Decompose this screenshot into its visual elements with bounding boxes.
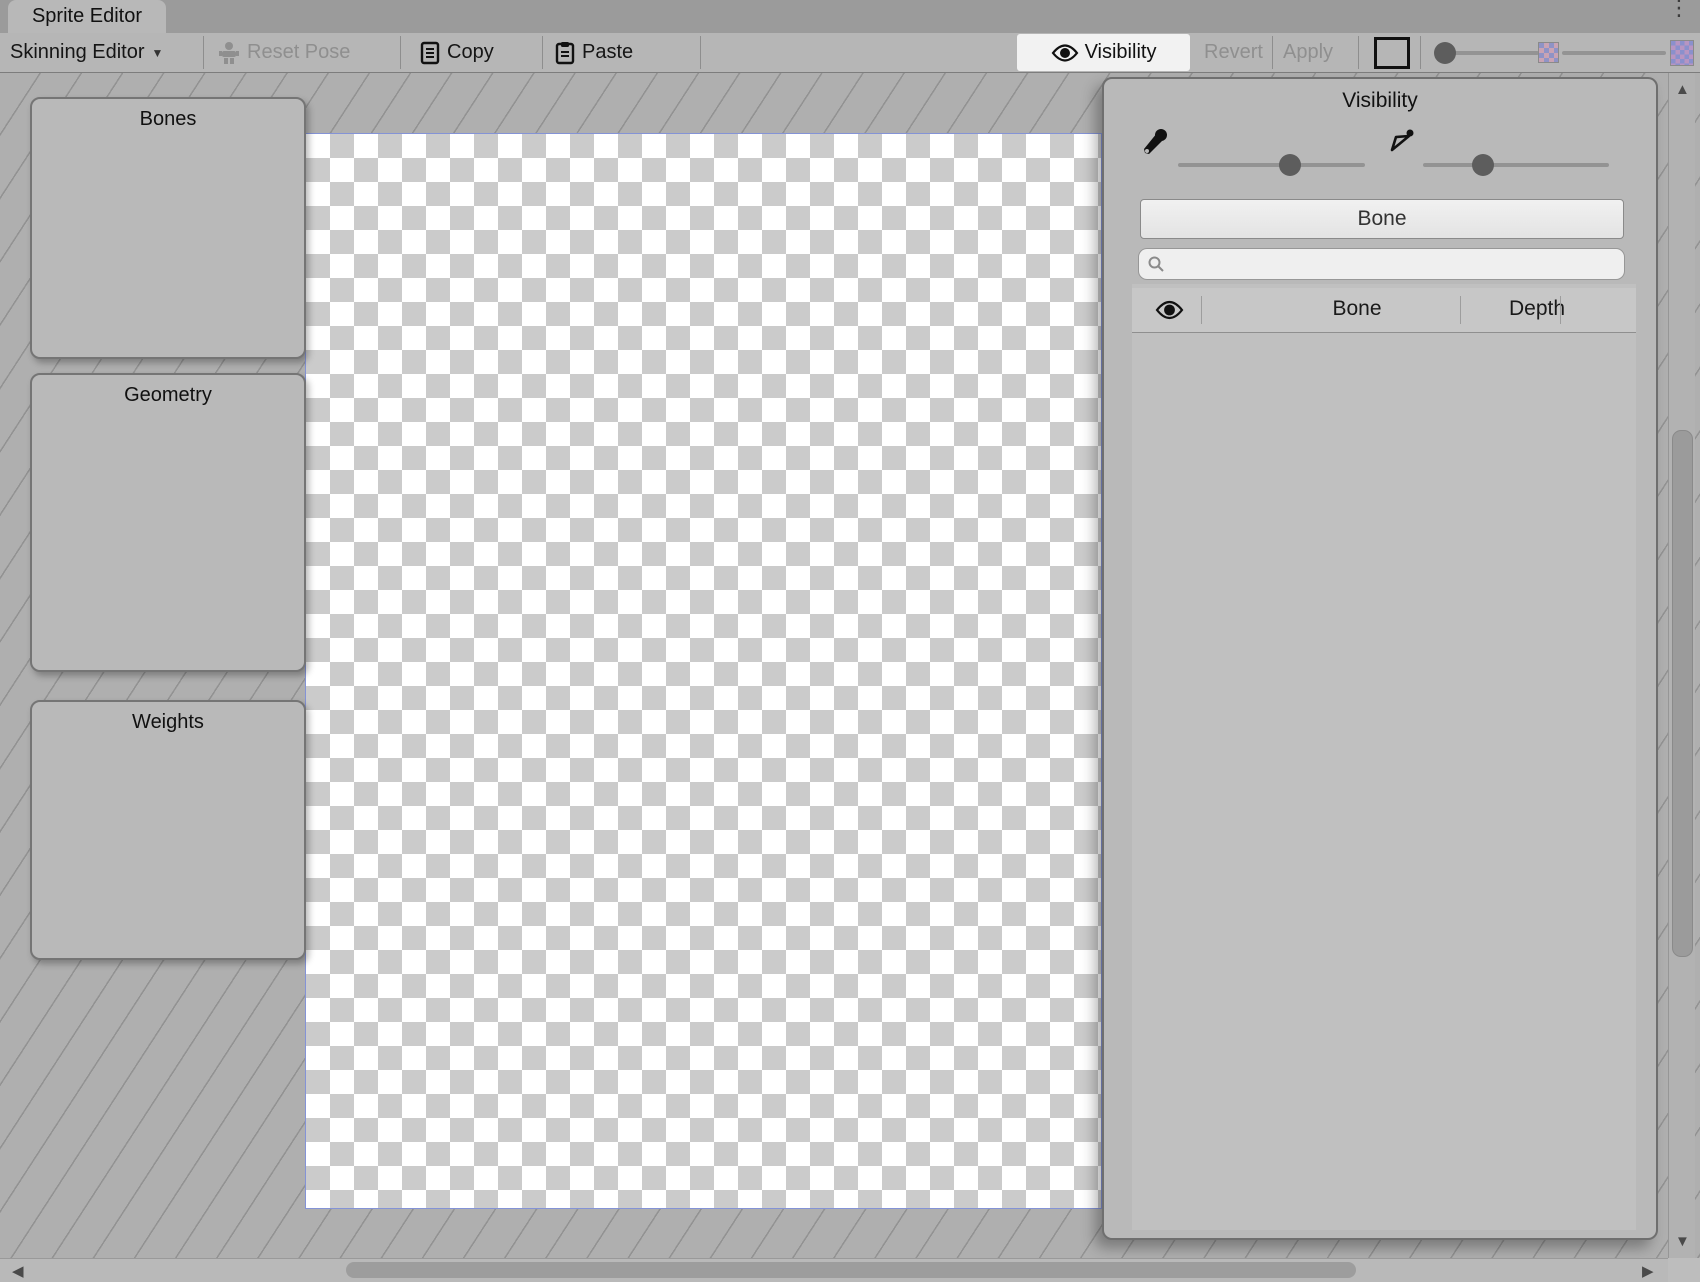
- toolbar-separator: [1358, 36, 1359, 69]
- opacity-slider-track[interactable]: [1447, 51, 1539, 55]
- sprite-canvas[interactable]: [305, 133, 1102, 1209]
- eye-column-icon[interactable]: [1155, 299, 1184, 321]
- toolbar-separator: [542, 36, 543, 69]
- paste-label: Paste: [582, 41, 633, 64]
- scroll-right-icon[interactable]: ▶: [1642, 1262, 1654, 1280]
- rgb-swatch-icon: [1374, 37, 1410, 69]
- tab-bone[interactable]: Bone: [1140, 199, 1624, 239]
- copy-icon: [420, 41, 440, 65]
- apply-button[interactable]: Apply: [1283, 33, 1333, 72]
- search-icon: [1147, 255, 1165, 273]
- work-area: Bones Geometry Weights Visibility: [0, 73, 1700, 1258]
- copy-label: Copy: [447, 41, 494, 64]
- bone-opacity-slider-track[interactable]: [1423, 163, 1609, 167]
- opacity-slider-knob[interactable]: [1434, 42, 1456, 64]
- mesh-opacity-slider-track[interactable]: [1562, 51, 1666, 55]
- depth-column-header: Depth: [1477, 297, 1597, 321]
- paste-button[interactable]: Paste: [555, 33, 633, 72]
- bone-size-slider-knob[interactable]: [1279, 154, 1301, 176]
- copy-button[interactable]: Copy: [420, 33, 494, 72]
- paste-icon: [555, 41, 575, 65]
- chevron-down-icon: ▼: [152, 46, 164, 60]
- tab-bone-label: Bone: [1357, 207, 1406, 231]
- toolbar-separator: [400, 36, 401, 69]
- visibility-panel: Visibility Bone: [1102, 77, 1658, 1240]
- reset-pose-button[interactable]: Reset Pose: [218, 33, 350, 72]
- toolbar-separator: [700, 36, 701, 69]
- reset-pose-label: Reset Pose: [247, 41, 350, 64]
- column-separator: [1460, 296, 1461, 324]
- tab-label: Sprite Editor: [32, 5, 142, 28]
- revert-label: Revert: [1204, 41, 1263, 64]
- toolbar-separator: [1272, 36, 1273, 69]
- vertical-scrollbar[interactable]: ▲ ▼: [1668, 73, 1695, 1258]
- mesh-opacity-swatch-icon: [1670, 33, 1694, 72]
- skinning-editor-label: Skinning Editor: [10, 41, 145, 64]
- bone-table-rows: [1132, 332, 1636, 1230]
- bone-opacity-slider-knob[interactable]: [1472, 154, 1494, 176]
- tab-sprite-editor[interactable]: Sprite Editor: [8, 0, 166, 33]
- bone-table-header: Bone Depth: [1132, 288, 1636, 333]
- scrollbar-corner: [1668, 1258, 1700, 1282]
- horizontal-scrollbar[interactable]: ◀ ▶: [0, 1258, 1668, 1282]
- bone-opacity-swatch-icon: [1538, 33, 1559, 72]
- toolbar-separator: [203, 36, 204, 69]
- vertical-scrollbar-thumb[interactable]: [1672, 430, 1693, 957]
- bones-panel-title: Bones: [32, 108, 304, 131]
- bone-search-field[interactable]: [1138, 248, 1625, 280]
- tab-bar: Sprite Editor ⋮: [0, 0, 1700, 33]
- sprite-editor-window: Sprite Editor ⋮ Skinning Editor ▼ Reset …: [0, 0, 1700, 1282]
- geometry-panel-title: Geometry: [32, 384, 304, 407]
- geometry-panel: Geometry: [30, 373, 306, 672]
- eye-icon: [1051, 43, 1079, 63]
- bone-filled-icon: [1141, 127, 1169, 157]
- toolbar-separator: [1420, 36, 1421, 69]
- person-icon: [218, 41, 240, 65]
- revert-button[interactable]: Revert: [1204, 33, 1263, 72]
- scroll-up-icon[interactable]: ▲: [1675, 81, 1690, 98]
- bone-column-header: Bone: [1292, 297, 1422, 321]
- search-input[interactable]: [1165, 253, 1624, 276]
- visibility-label: Visibility: [1085, 41, 1157, 64]
- bones-panel: Bones: [30, 97, 306, 359]
- bone-size-slider-track[interactable]: [1178, 163, 1365, 167]
- overflow-menu-icon[interactable]: ⋮: [1668, 3, 1682, 12]
- apply-label: Apply: [1283, 41, 1333, 64]
- weights-panel-title: Weights: [32, 711, 304, 734]
- visibility-panel-title: Visibility: [1104, 89, 1656, 113]
- horizontal-scrollbar-thumb[interactable]: [346, 1262, 1356, 1278]
- bone-outline-icon: [1386, 127, 1416, 157]
- column-separator: [1560, 296, 1561, 324]
- sprite-display-mode-button[interactable]: [1374, 33, 1410, 72]
- column-separator: [1201, 296, 1202, 324]
- scroll-down-icon[interactable]: ▼: [1675, 1233, 1690, 1250]
- sprite-artwork: [306, 134, 1101, 1208]
- visibility-toggle-button[interactable]: Visibility: [1017, 34, 1190, 71]
- weights-panel: Weights: [30, 700, 306, 960]
- skinning-editor-dropdown[interactable]: Skinning Editor ▼: [10, 33, 163, 72]
- main-toolbar: Skinning Editor ▼ Reset Pose Copy: [0, 33, 1700, 73]
- bone-table: Bone Depth: [1132, 284, 1636, 1230]
- scroll-left-icon[interactable]: ◀: [12, 1262, 24, 1280]
